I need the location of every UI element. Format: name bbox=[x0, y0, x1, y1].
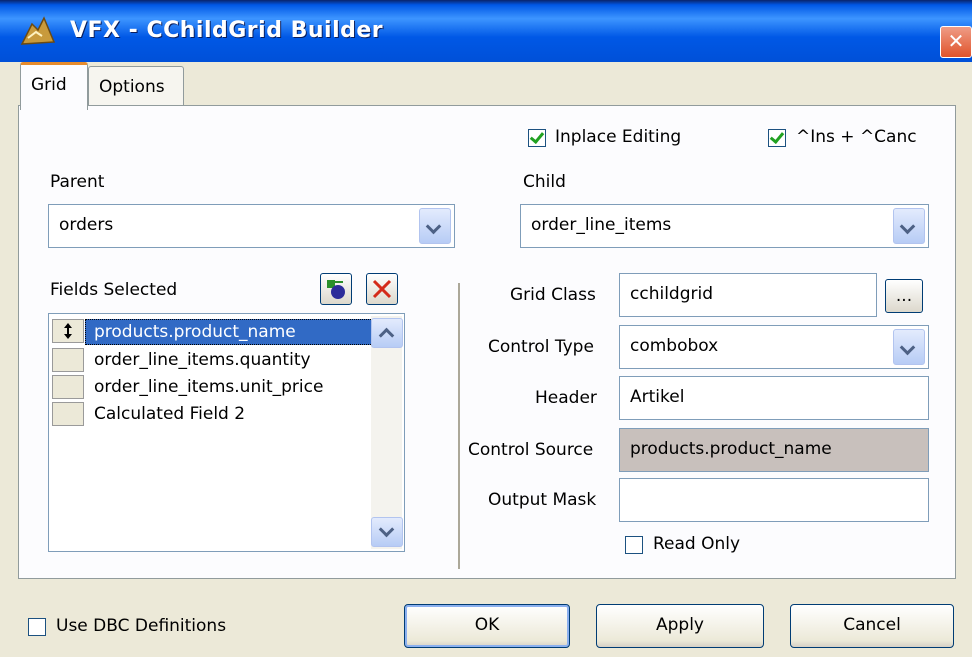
chevron-down-icon[interactable] bbox=[893, 208, 925, 244]
list-item-text: products.product_name bbox=[94, 322, 296, 342]
row-handle[interactable] bbox=[52, 319, 84, 343]
row-handle[interactable] bbox=[52, 402, 84, 426]
list-item-text[interactable]: Calculated Field 2 bbox=[94, 404, 245, 424]
close-icon: ✕ bbox=[947, 29, 965, 53]
apply-label: Apply bbox=[656, 615, 704, 635]
cancel-label: Cancel bbox=[843, 615, 901, 635]
tab-grid-label: Grid bbox=[31, 75, 67, 95]
header-label: Header bbox=[535, 388, 597, 408]
grid-class-value: cchildgrid bbox=[630, 284, 713, 304]
scroll-down-icon[interactable] bbox=[371, 517, 403, 547]
control-source-field[interactable]: products.product_name bbox=[619, 428, 929, 472]
control-source-label: Control Source bbox=[468, 440, 594, 460]
header-value: Artikel bbox=[630, 387, 685, 407]
ins-canc-checkbox[interactable] bbox=[768, 129, 786, 147]
control-type-label: Control Type bbox=[488, 337, 594, 357]
add-field-button[interactable] bbox=[320, 273, 352, 305]
parent-combobox[interactable]: orders bbox=[48, 204, 455, 248]
delete-icon bbox=[372, 279, 392, 299]
tab-grid[interactable]: Grid bbox=[20, 62, 88, 110]
row-handle[interactable] bbox=[52, 348, 84, 372]
add-field-icon bbox=[327, 280, 345, 299]
inplace-editing-checkbox[interactable] bbox=[528, 129, 546, 147]
read-only-label: Read Only bbox=[653, 534, 741, 554]
control-type-combobox[interactable]: combobox bbox=[619, 325, 929, 369]
parent-value: orders bbox=[59, 215, 114, 235]
move-arrows-icon bbox=[64, 323, 72, 339]
child-label: Child bbox=[523, 172, 566, 192]
fields-selected-label: Fields Selected bbox=[50, 280, 178, 300]
tab-options[interactable]: Options bbox=[88, 66, 184, 107]
control-source-value: products.product_name bbox=[630, 439, 832, 459]
cancel-button[interactable]: Cancel bbox=[790, 604, 954, 648]
remove-field-button[interactable] bbox=[366, 273, 398, 305]
parent-label: Parent bbox=[50, 172, 105, 192]
ins-canc-label: ^Ins + ^Canc bbox=[796, 127, 917, 147]
ok-label: OK bbox=[474, 615, 500, 635]
grid-class-field[interactable]: cchildgrid bbox=[619, 273, 877, 317]
close-button[interactable]: ✕ bbox=[940, 26, 972, 58]
vertical-divider bbox=[458, 283, 460, 569]
fields-listbox[interactable]: products.product_name order_line_items.q… bbox=[48, 313, 405, 552]
browse-button[interactable]: ... bbox=[885, 279, 923, 313]
window-title: VFX - CChildGrid Builder bbox=[70, 18, 384, 43]
chevron-down-icon[interactable] bbox=[419, 208, 451, 244]
inplace-editing-label: Inplace Editing bbox=[555, 127, 682, 147]
control-type-value: combobox bbox=[630, 336, 719, 356]
output-mask-label: Output Mask bbox=[488, 490, 597, 510]
vertical-scrollbar[interactable] bbox=[371, 316, 403, 549]
output-mask-field[interactable] bbox=[619, 478, 929, 522]
app-icon bbox=[20, 16, 56, 45]
use-dbc-label: Use DBC Definitions bbox=[56, 616, 227, 636]
read-only-checkbox[interactable] bbox=[625, 536, 643, 554]
browse-label: ... bbox=[895, 286, 913, 306]
chevron-down-icon[interactable] bbox=[893, 329, 925, 365]
scroll-up-icon[interactable] bbox=[371, 318, 403, 348]
list-item-text[interactable]: order_line_items.quantity bbox=[94, 350, 311, 370]
child-combobox[interactable]: order_line_items bbox=[520, 204, 929, 248]
apply-button[interactable]: Apply bbox=[596, 604, 764, 648]
use-dbc-checkbox[interactable] bbox=[28, 618, 46, 636]
ok-button[interactable]: OK bbox=[404, 604, 570, 648]
child-value: order_line_items bbox=[531, 215, 672, 235]
list-item-text[interactable]: order_line_items.unit_price bbox=[94, 377, 323, 397]
tab-options-label: Options bbox=[99, 77, 165, 97]
row-handle[interactable] bbox=[52, 375, 84, 399]
list-item-selected[interactable]: products.product_name bbox=[85, 319, 377, 345]
grid-class-label: Grid Class bbox=[510, 285, 596, 305]
header-field[interactable]: Artikel bbox=[619, 376, 929, 420]
